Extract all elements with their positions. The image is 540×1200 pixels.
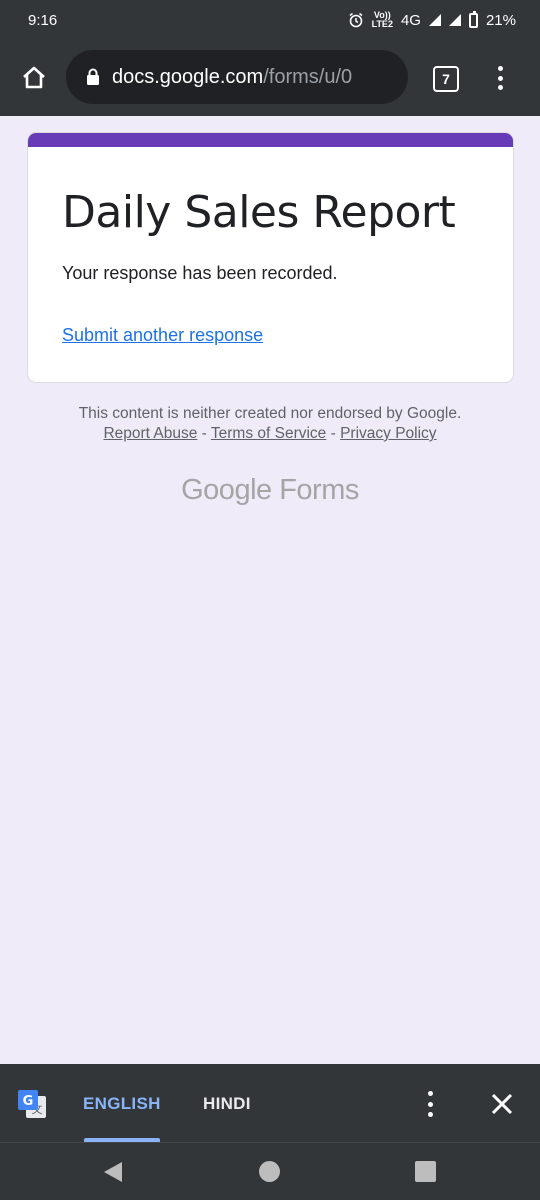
logo-forms: Forms xyxy=(271,474,359,506)
url-path: /forms/u/0 xyxy=(263,65,353,88)
response-recorded-message: Your response has been recorded. xyxy=(62,263,338,283)
disclaimer-text: This content is neither created nor endo… xyxy=(78,405,462,422)
browser-menu-button[interactable] xyxy=(490,62,510,94)
battery-icon xyxy=(468,10,478,28)
separator: - xyxy=(326,425,341,442)
browser-toolbar: docs.google.com/forms/u/0 7 xyxy=(0,40,540,116)
address-bar[interactable]: docs.google.com/forms/u/0 xyxy=(66,50,408,104)
form-confirmation-card: Daily Sales Report Your response has bee… xyxy=(27,132,514,383)
home-icon xyxy=(23,66,45,89)
signal-icon-1 xyxy=(428,14,441,26)
card-accent-bar xyxy=(28,133,513,147)
report-abuse-link[interactable]: Report Abuse xyxy=(103,425,197,442)
home-button[interactable] xyxy=(0,40,68,116)
submit-another-response-link[interactable]: Submit another response xyxy=(62,325,263,346)
status-time: 9:16 xyxy=(28,11,58,29)
google-forms-logo[interactable]: Google Forms xyxy=(0,474,540,507)
alarm-icon xyxy=(349,12,363,28)
tab-switcher-button[interactable]: 7 xyxy=(433,66,459,92)
close-icon[interactable] xyxy=(488,1090,516,1118)
volte-bottom: LTE2 xyxy=(371,19,393,29)
translate-menu-button[interactable] xyxy=(420,1091,440,1117)
signal-icon-2 xyxy=(448,14,461,26)
footer-links: Report Abuse - Terms of Service - Privac… xyxy=(0,425,540,443)
recent-apps-icon[interactable] xyxy=(415,1161,436,1182)
privacy-policy-link[interactable]: Privacy Policy xyxy=(340,425,436,442)
terms-of-service-link[interactable]: Terms of Service xyxy=(211,425,326,442)
back-icon[interactable] xyxy=(103,1161,123,1183)
status-icons: Vo)) LTE2 4G 21% xyxy=(348,10,516,29)
form-title: Daily Sales Report xyxy=(62,187,456,238)
system-nav-bar xyxy=(0,1142,540,1200)
network-type: 4G xyxy=(400,11,421,29)
url-host: docs.google.com xyxy=(112,65,264,88)
battery-percent: 21% xyxy=(485,11,516,29)
svg-text:G: G xyxy=(23,1094,34,1109)
tab-hindi[interactable]: HINDI xyxy=(203,1094,251,1114)
tab-english[interactable]: ENGLISH xyxy=(83,1094,161,1114)
lock-icon xyxy=(87,68,99,85)
separator: - xyxy=(197,425,211,442)
url-text: docs.google.com/forms/u/0 xyxy=(112,66,352,89)
translate-bar: 文 G ENGLISH HINDI xyxy=(0,1064,540,1142)
home-circle-icon[interactable] xyxy=(259,1161,280,1182)
logo-google: Google xyxy=(181,474,272,506)
volte-indicator: Vo)) LTE2 xyxy=(372,11,393,29)
google-translate-icon: 文 G xyxy=(18,1090,46,1118)
status-bar: 9:16 Vo)) LTE2 4G 21% xyxy=(0,0,540,40)
